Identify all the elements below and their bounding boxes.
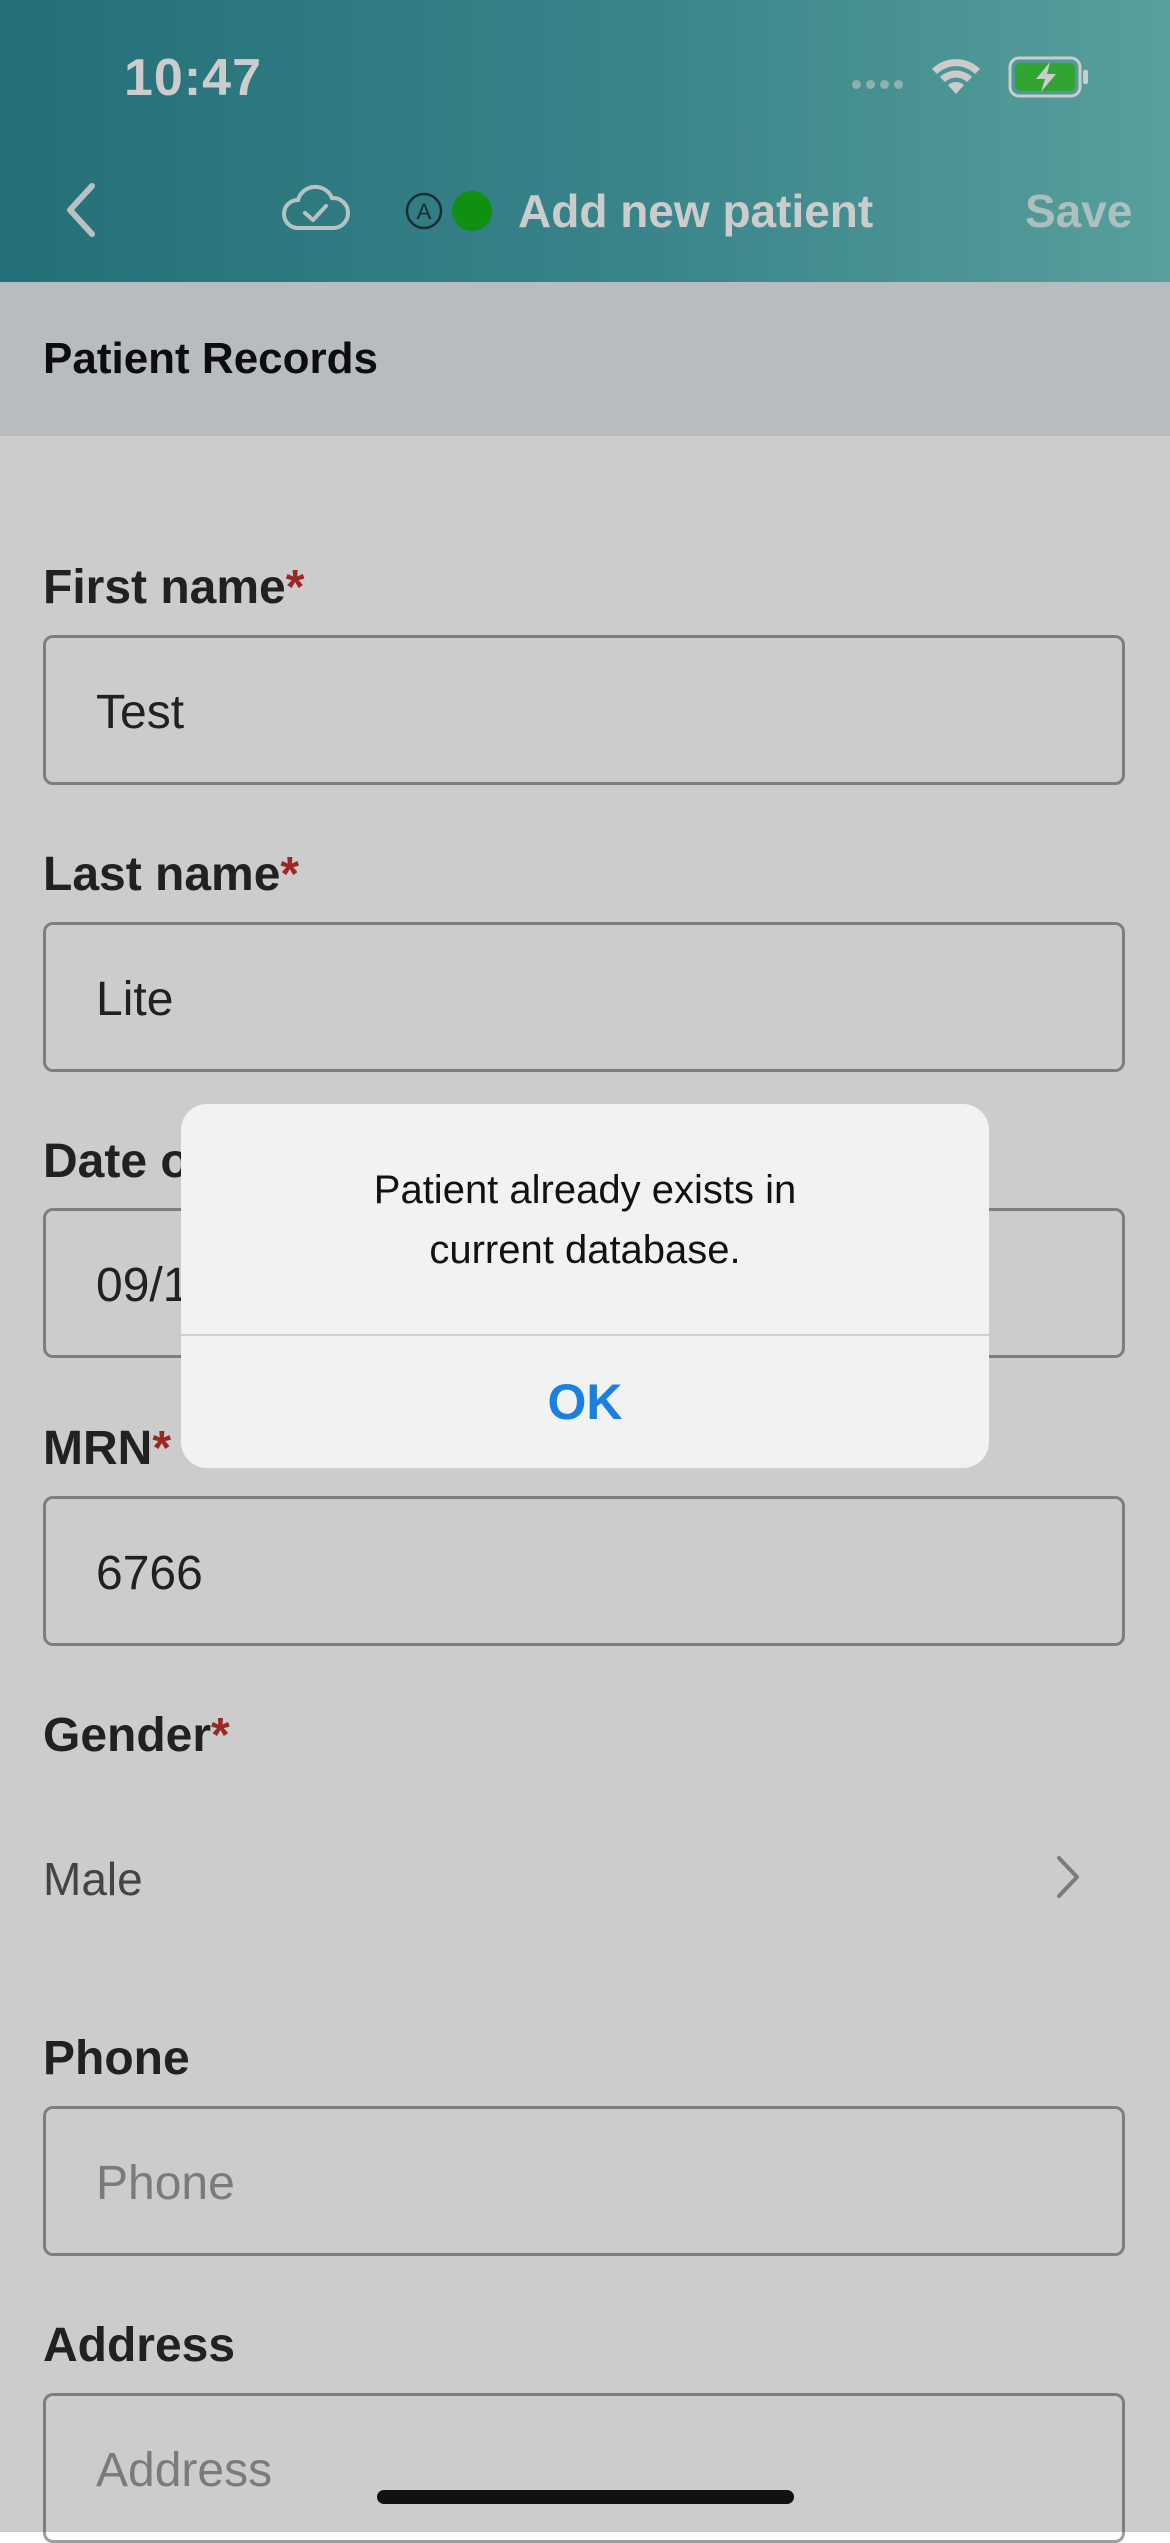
alert-message-line-2: current database. (429, 1228, 741, 1272)
alert-message: Patient already exists in current databa… (241, 1160, 929, 1280)
ok-button[interactable]: OK (181, 1336, 989, 1468)
home-indicator[interactable] (377, 2490, 794, 2504)
alert-dialog: Patient already exists in current databa… (181, 1104, 989, 1468)
alert-message-line-1: Patient already exists in (373, 1168, 797, 1212)
